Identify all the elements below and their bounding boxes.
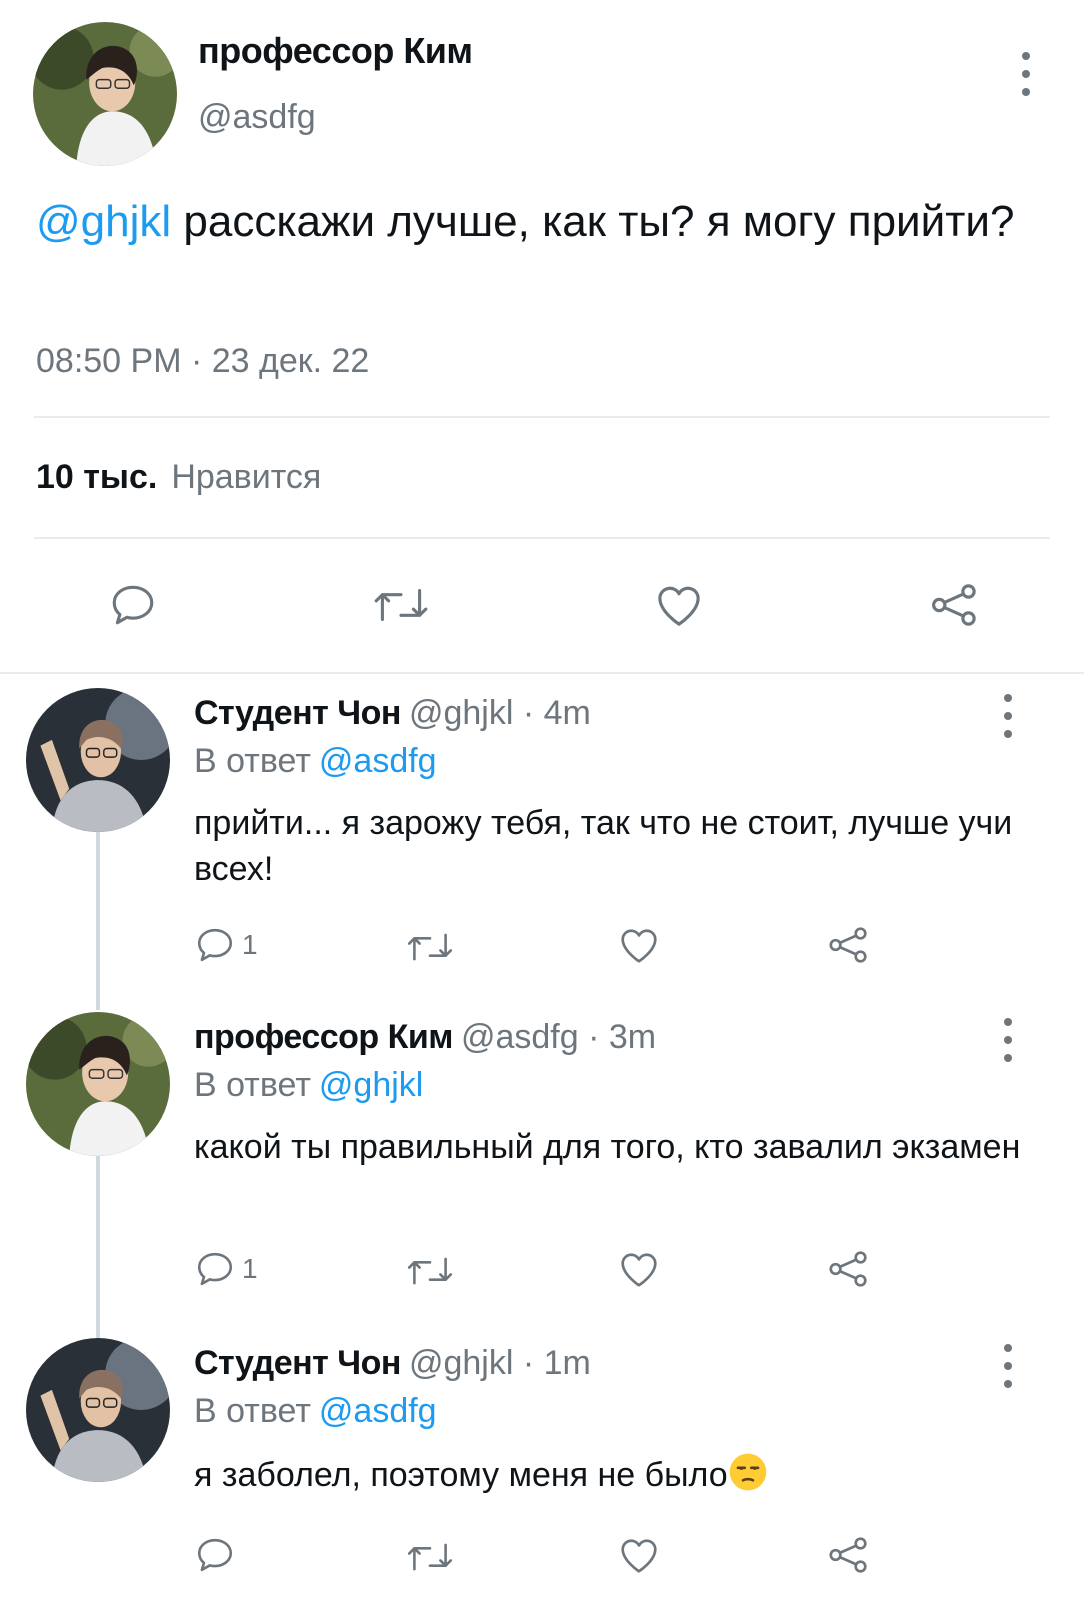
author-name[interactable]: Студент Чон (194, 694, 401, 732)
reply-to-label: В ответ (194, 742, 311, 780)
speech-bubble-icon (112, 585, 154, 625)
author-name[interactable]: профессор Ким (198, 30, 473, 72)
reply-text-body: я заболел, поэтому меня не было (194, 1456, 728, 1494)
thread-line (96, 824, 100, 1010)
speech-bubble-icon (197, 1538, 233, 1572)
reply-count: 1 (242, 1253, 258, 1284)
author-handle[interactable]: @asdfg (198, 98, 316, 137)
heart-icon (621, 929, 657, 963)
reply-text: какой ты правильный для того, кто завали… (194, 1128, 1021, 1166)
share-button[interactable] (826, 1532, 872, 1578)
author-meta[interactable]: @ghjkl · 4m (409, 694, 591, 732)
main-tweet: профессор Ким @asdfg @ghjkl расскажи луч… (0, 0, 1084, 672)
more-vertical-icon[interactable] (1016, 52, 1036, 96)
likes-count: 10 тыс. (36, 458, 158, 496)
more-vertical-icon[interactable] (998, 1344, 1018, 1388)
speech-bubble-icon (197, 928, 233, 962)
avatar[interactable] (26, 1338, 170, 1482)
more-vertical-icon[interactable] (998, 1018, 1018, 1062)
share-icon (829, 1251, 867, 1287)
like-button[interactable] (616, 1532, 662, 1578)
reply-button[interactable] (108, 580, 158, 630)
retweet-icon (407, 1543, 453, 1571)
reply-to-label: В ответ (194, 1392, 311, 1430)
retweet-icon (407, 1257, 453, 1285)
heart-icon (621, 1539, 657, 1573)
likes-label: Нравится (171, 458, 322, 496)
reply-to: В ответ @ghjkl (194, 1066, 423, 1105)
share-icon (932, 584, 976, 626)
share-button[interactable] (826, 1246, 872, 1292)
retweet-button[interactable] (370, 580, 432, 630)
tweet-text: @ghjkl расскажи лучше, как ты? я могу пр… (36, 190, 1036, 254)
mention-link[interactable]: @ghjkl (36, 197, 171, 246)
share-icon (829, 927, 867, 963)
reply-header: профессор Ким @asdfg · 3m (194, 1018, 656, 1057)
avatar[interactable] (26, 1012, 170, 1156)
avatar[interactable] (26, 688, 170, 832)
divider (34, 416, 1050, 418)
reply-header: Студент Чон @ghjkl · 1m (194, 1344, 591, 1383)
like-button[interactable] (652, 578, 706, 632)
reply-to-label: В ответ (194, 1066, 311, 1104)
thread-line (96, 1148, 100, 1338)
share-icon (829, 1537, 867, 1573)
speech-bubble-icon (197, 1252, 233, 1286)
retweet-icon (407, 933, 453, 961)
retweet-button[interactable] (404, 926, 456, 968)
author-name[interactable]: Студент Чон (194, 1344, 401, 1382)
share-button[interactable] (928, 578, 982, 632)
tweet-timestamp[interactable]: 08:50 PM · 23 дек. 22 (36, 342, 369, 381)
mention-link[interactable]: @asdfg (319, 1392, 437, 1430)
like-button[interactable] (616, 1246, 662, 1292)
author-meta[interactable]: @ghjkl · 1m (409, 1344, 591, 1382)
likes-stat[interactable]: 10 тыс. Нравится (36, 458, 321, 497)
heart-icon (621, 1253, 657, 1287)
author-meta[interactable]: @asdfg · 3m (461, 1018, 656, 1056)
tweet-body: расскажи лучше, как ты? я могу прийти? (171, 197, 1015, 246)
reply-to: В ответ @asdfg (194, 1392, 437, 1431)
section-divider (0, 672, 1084, 674)
mention-link[interactable]: @ghjkl (319, 1066, 423, 1104)
heart-icon (658, 586, 700, 626)
like-button[interactable] (616, 922, 662, 968)
avatar[interactable] (33, 22, 177, 166)
reply-header: Студент Чон @ghjkl · 4m (194, 694, 591, 733)
more-vertical-icon[interactable] (998, 694, 1018, 738)
author-name[interactable]: профессор Ким (194, 1018, 453, 1056)
unamused-face-emoji (729, 1453, 767, 1491)
reply-to: В ответ @asdfg (194, 742, 437, 781)
reply-button[interactable] (194, 1534, 236, 1576)
reply-text: я заболел, поэтому меня не было (194, 1452, 1024, 1498)
share-button[interactable] (826, 922, 872, 968)
divider (34, 537, 1050, 539)
reply-text: прийти... я зарожу тебя, так что не стои… (194, 804, 1013, 888)
retweet-button[interactable] (404, 1250, 456, 1292)
mention-link[interactable]: @asdfg (319, 742, 437, 780)
retweet-button[interactable] (404, 1536, 456, 1578)
reply-button[interactable]: 1 (194, 1248, 258, 1290)
retweet-icon (374, 588, 428, 622)
reply-count: 1 (242, 929, 258, 960)
reply-button[interactable]: 1 (194, 924, 258, 966)
